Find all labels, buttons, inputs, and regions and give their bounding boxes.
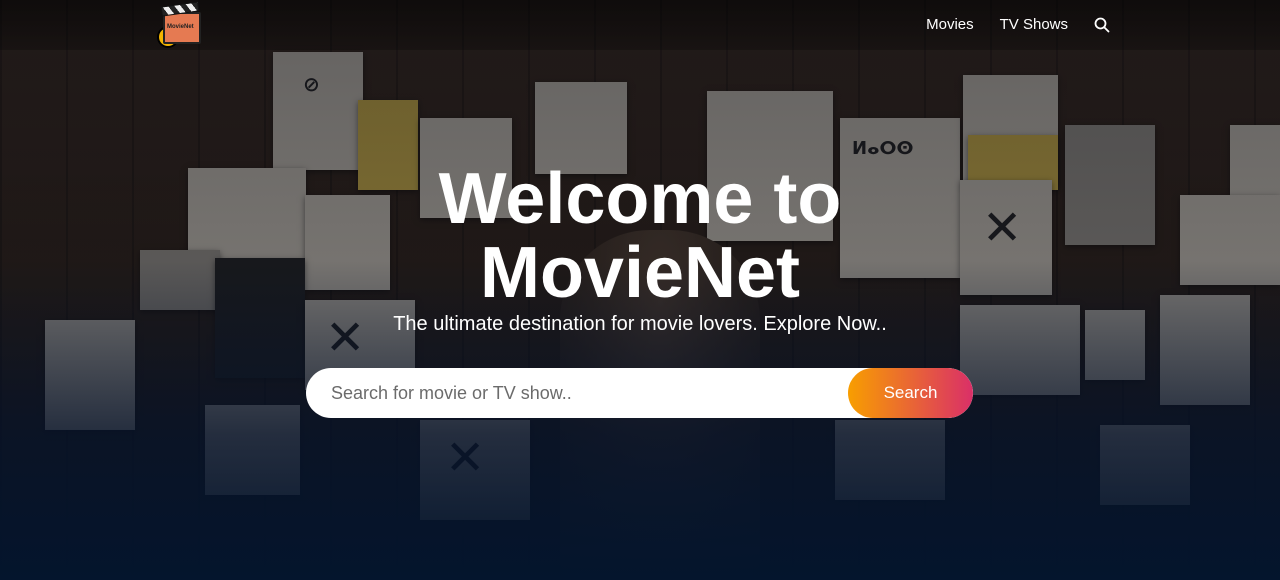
- nav-tv-shows-link[interactable]: TV Shows: [1000, 16, 1068, 33]
- hero-title: Welcome to MovieNet: [0, 162, 1280, 310]
- search-icon[interactable]: [1094, 17, 1110, 33]
- nav-movies-link[interactable]: Movies: [926, 16, 974, 33]
- hero-subtitle: The ultimate destination for movie lover…: [393, 313, 887, 335]
- search-button[interactable]: Search: [848, 368, 973, 418]
- hero-search-bar: Search: [306, 368, 973, 418]
- nav-links: Movies TV Shows: [926, 16, 1110, 33]
- top-navbar: MovieNet Movies TV Shows: [0, 0, 1280, 50]
- movienet-logo[interactable]: MovieNet: [157, 1, 201, 48]
- logo-text: MovieNet: [167, 24, 194, 30]
- search-input[interactable]: [306, 368, 848, 418]
- hero-title-line1: Welcome to: [438, 159, 842, 239]
- hero-title-line2: MovieNet: [479, 233, 801, 313]
